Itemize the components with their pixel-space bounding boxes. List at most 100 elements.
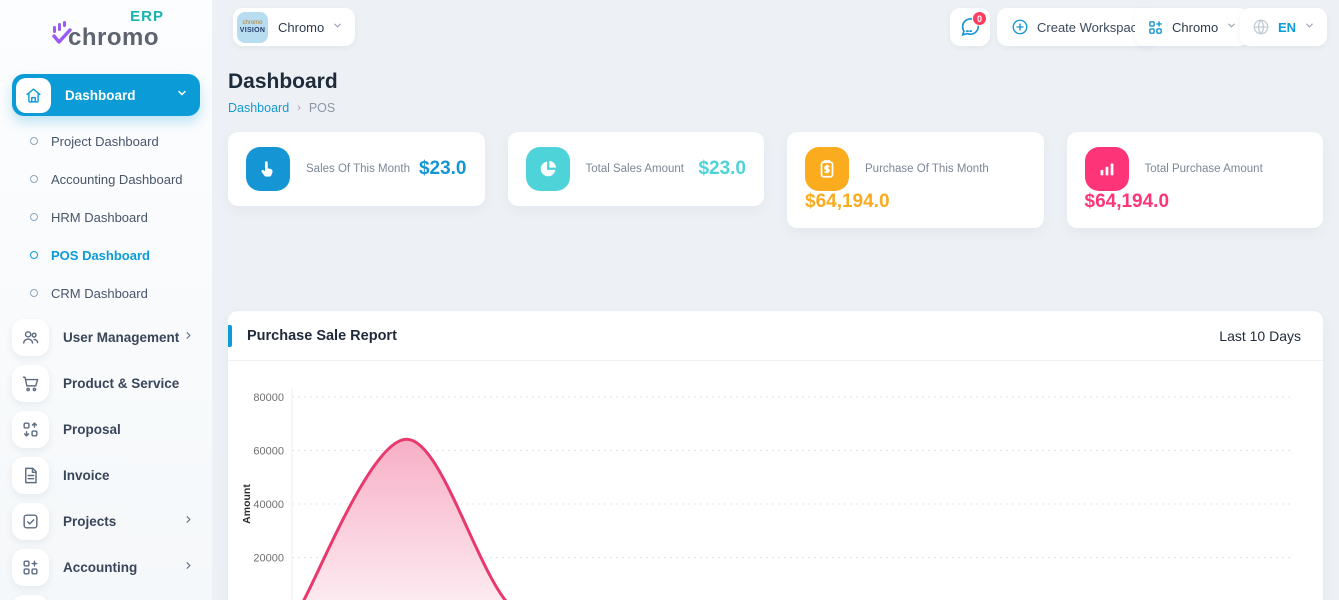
brand-name: chromo [68, 24, 159, 52]
stat-cards-row: Sales Of This Month$23.0Total Sales Amou… [212, 115, 1339, 228]
breadcrumb-dashboard-link[interactable]: Dashboard [228, 101, 289, 115]
sidebar-item-label: User Management [63, 330, 179, 345]
tap-icon [246, 147, 290, 191]
chevron-right-icon [183, 328, 194, 346]
app-logo: chromo ERP [52, 12, 162, 52]
breadcrumb-current: POS [309, 101, 335, 115]
hrm-icon [12, 595, 49, 600]
sidebar-item-projects[interactable]: Projects [0, 498, 212, 544]
sidebar-item-label: Projects [63, 514, 116, 529]
svg-text:20000: 20000 [253, 553, 284, 565]
svg-text:60000: 60000 [253, 446, 284, 458]
stat-card-total-sales-amount: Total Sales Amount$23.0 [508, 132, 765, 206]
sidebar-item-label: Proposal [63, 422, 121, 437]
stat-label: Total Purchase Amount [1145, 163, 1263, 175]
chevron-right-icon [183, 558, 194, 576]
stat-value: $64,194.0 [805, 191, 890, 212]
sidebar-subitem-label: Project Dashboard [51, 134, 159, 149]
sidebar-item-product-service[interactable]: Product & Service [0, 360, 212, 406]
sidebar-subitem-label: HRM Dashboard [51, 210, 148, 225]
stat-label: Purchase Of This Month [865, 163, 989, 175]
circle-bullet-icon [30, 251, 38, 259]
sidebar-item-accounting[interactable]: Accounting [0, 544, 212, 590]
grid-plus-icon [1147, 19, 1164, 36]
sidebar-item-label: Dashboard [65, 88, 136, 103]
chevron-right-icon [183, 512, 194, 530]
topbar: chromo VISION Chromo 0 Create Workspace … [212, 0, 1339, 56]
globe-icon [1252, 18, 1270, 36]
report-title: Purchase Sale Report [247, 328, 397, 344]
messages-badge: 0 [972, 11, 987, 26]
report-range-label: Last 10 Days [1219, 328, 1301, 344]
create-workspace-label: Create Workspace [1037, 20, 1144, 35]
page-title: Dashboard [228, 70, 1323, 94]
sidebar: chromo ERP Dashboard Project Dashboard Ac… [0, 0, 212, 600]
title-accent-bar [228, 325, 232, 347]
svg-text:Amount: Amount [241, 484, 253, 524]
sidebar-menu: User Management Product & Service Proposal… [0, 314, 212, 600]
sidebar-subitem-crm-dashboard[interactable]: CRM Dashboard [0, 274, 212, 312]
avatar-text: VISION [240, 27, 266, 35]
brand-erp-label: ERP [130, 8, 164, 25]
chevron-down-icon [332, 18, 343, 36]
sidebar-item-dashboard[interactable]: Dashboard [12, 74, 200, 116]
workspace-dropdown-label: Chromo [1172, 20, 1218, 35]
stat-value: $64,194.0 [1085, 191, 1170, 212]
chevron-down-icon [1226, 18, 1237, 36]
sidebar-subitem-project-dashboard[interactable]: Project Dashboard [0, 122, 212, 160]
circle-bullet-icon [30, 175, 38, 183]
cart-icon [12, 365, 49, 402]
workspace-selector[interactable]: chromo VISION Chromo [233, 8, 355, 46]
circle-bullet-icon [30, 213, 38, 221]
svg-text:80000: 80000 [253, 392, 284, 404]
plus-circle-icon [1011, 18, 1029, 36]
stat-value: $23.0 [698, 158, 746, 180]
circle-bullet-icon [30, 137, 38, 145]
purchase-sale-report-card: Purchase Sale Report Last 10 Days 020000… [228, 311, 1323, 600]
sidebar-item-label: Invoice [63, 468, 110, 483]
language-selector[interactable]: EN [1240, 8, 1327, 46]
accounting-icon [12, 549, 49, 586]
chevron-down-icon [176, 86, 188, 104]
clipboard-dollar-icon [805, 147, 849, 191]
workspace-name: Chromo [278, 20, 324, 35]
sidebar-subitem-pos-dashboard[interactable]: POS Dashboard [0, 236, 212, 274]
sidebar-item-invoice[interactable]: Invoice [0, 452, 212, 498]
sidebar-item-label: Accounting [63, 560, 137, 575]
sidebar-item-label: Product & Service [63, 376, 179, 391]
sidebar-subitem-label: Accounting Dashboard [51, 172, 183, 187]
chevron-down-icon [1304, 18, 1315, 36]
projects-icon [12, 503, 49, 540]
language-label: EN [1278, 20, 1296, 35]
pie-chart-icon [526, 147, 570, 191]
chat-icon: 0 [959, 16, 981, 38]
sidebar-nav: Dashboard Project Dashboard Accounting Da… [0, 74, 212, 600]
stat-value: $23.0 [419, 158, 467, 180]
sidebar-subitem-accounting-dashboard[interactable]: Accounting Dashboard [0, 160, 212, 198]
stat-label: Sales Of This Month [306, 163, 410, 175]
breadcrumb-separator-icon: › [297, 102, 301, 114]
messages-button[interactable]: 0 [950, 8, 990, 46]
home-icon [16, 78, 51, 113]
main-content: Dashboard Dashboard › POS Sales Of This … [212, 56, 1339, 228]
sidebar-item-proposal[interactable]: Proposal [0, 406, 212, 452]
users-icon [12, 319, 49, 356]
circle-bullet-icon [30, 289, 38, 297]
sidebar-item-hrm[interactable]: HRM [0, 590, 212, 600]
sidebar-subitem-hrm-dashboard[interactable]: HRM Dashboard [0, 198, 212, 236]
avatar-text: chromo [242, 20, 262, 27]
purchase-sale-chart[interactable]: 020000400006000080000Amount2024-01-29202… [228, 361, 1323, 600]
sidebar-item-user-management[interactable]: User Management [0, 314, 212, 360]
dashboard-submenu: Project Dashboard Accounting Dashboard HRM… [0, 116, 212, 314]
stat-card-sales-of-this-month: Sales Of This Month $23.0 [228, 132, 485, 206]
proposal-icon [12, 411, 49, 448]
workspace-dropdown[interactable]: Chromo [1135, 8, 1249, 46]
svg-text:40000: 40000 [253, 499, 284, 511]
breadcrumb: Dashboard › POS [228, 101, 1323, 115]
stat-card-total-purchase-amount: Total Purchase Amount $64,194.0 [1067, 132, 1324, 228]
bar-chart-icon [1085, 147, 1129, 191]
sidebar-subitem-label: CRM Dashboard [51, 286, 148, 301]
stat-card-purchase-of-this-month: Purchase Of This Month $64,194.0 [787, 132, 1044, 228]
workspace-avatar: chromo VISION [237, 12, 268, 43]
invoice-icon [12, 457, 49, 494]
